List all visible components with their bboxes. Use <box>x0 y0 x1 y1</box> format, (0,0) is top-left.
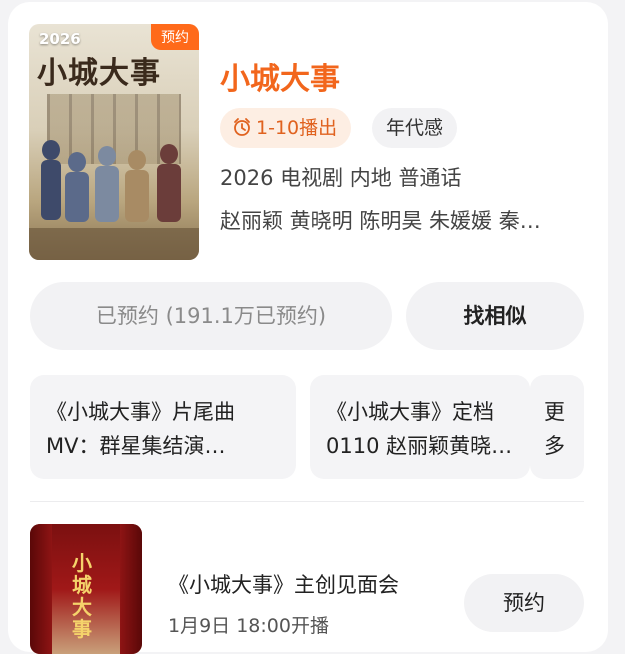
more-label: 更 多 <box>544 395 565 463</box>
clip-title-line: 0110 赵丽颖黄晓… <box>326 434 513 458</box>
air-time-tag: 1-10播出 <box>220 108 352 148</box>
more-label-line: 更 <box>544 400 565 424</box>
event-poster[interactable]: 小城大事 <box>30 524 142 654</box>
event-title[interactable]: 《小城大事》主创见面会 <box>168 569 399 599</box>
curtain-right-decoration <box>120 524 142 654</box>
clip-card-ending-song[interactable]: 《小城大事》片尾曲 MV：群星集结演… <box>30 375 296 479</box>
clip-title-line: MV：群星集结演… <box>46 434 226 458</box>
show-title[interactable]: 小城大事 <box>220 54 340 98</box>
clip-title: 《小城大事》片尾曲 MV：群星集结演… <box>46 395 282 463</box>
more-clips-button[interactable]: 更 多 <box>530 375 584 479</box>
event-poster-title-text: 小城大事 <box>72 551 92 641</box>
show-meta: 2026 电视剧 内地 普通话 <box>220 166 462 190</box>
poster-year: 2026 <box>39 30 81 48</box>
clip-card-release-date[interactable]: 《小城大事》定档 0110 赵丽颖黄晓… <box>310 375 530 479</box>
event-poster-title: 小城大事 <box>72 552 94 640</box>
show-poster[interactable]: 2026 小城大事 预约 <box>29 24 199 260</box>
reserve-badge: 预约 <box>151 24 199 50</box>
clip-title-line: 《小城大事》定档 <box>326 400 494 424</box>
event-time: 1月9日 18:00开播 <box>168 615 329 637</box>
clip-title: 《小城大事》定档 0110 赵丽颖黄晓… <box>326 395 530 463</box>
section-divider <box>30 501 584 502</box>
reserved-button[interactable]: 已预约 (191.1万已预约) <box>30 282 392 350</box>
show-card: 2026 小城大事 预约 小城大事 1-10播出 年代感 2026 电视剧 内地… <box>8 2 608 654</box>
show-cast[interactable]: 赵丽颖 黄晓明 陈明昊 朱媛媛 秦… <box>220 205 580 235</box>
find-similar-button[interactable]: 找相似 <box>406 282 584 350</box>
poster-cast-illustration <box>29 140 199 260</box>
clip-title-line: 《小城大事》片尾曲 <box>46 400 235 424</box>
poster-title: 小城大事 <box>37 56 161 91</box>
curtain-left-decoration <box>30 524 52 654</box>
event-reserve-button[interactable]: 预约 <box>464 574 584 632</box>
more-label-line: 多 <box>544 434 565 458</box>
alarm-clock-icon <box>234 117 250 136</box>
air-time-label: 1-10播出 <box>256 117 338 139</box>
genre-tag[interactable]: 年代感 <box>372 108 458 148</box>
